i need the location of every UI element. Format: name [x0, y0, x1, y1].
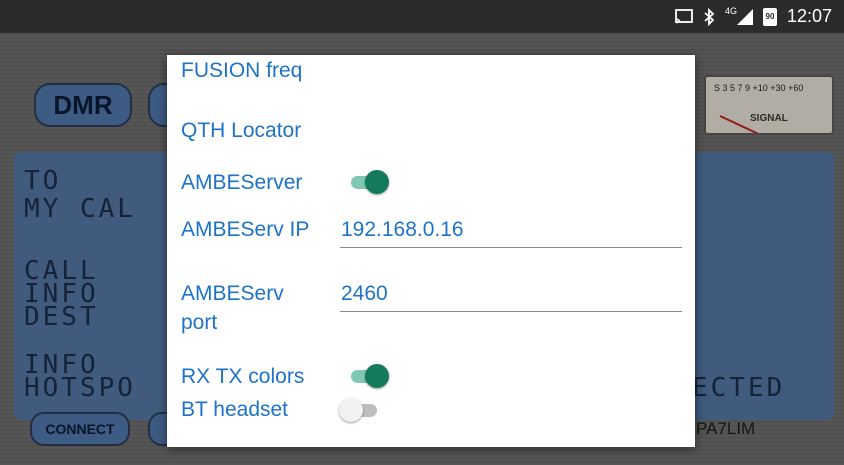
fusion-freq-label[interactable]: FUSION freq [181, 59, 302, 83]
cell-signal-icon: 4G [724, 5, 753, 25]
clock: 12:07 [786, 6, 832, 26]
network-type-label: 4G [724, 5, 737, 16]
switch-thumb [365, 170, 389, 194]
ambeserv-port-field[interactable]: 2460 [341, 282, 388, 306]
cast-icon [675, 8, 693, 25]
rx-tx-colors-label: RX TX colors [181, 365, 305, 388]
settings-dialog: FUSION freq QTH Locator AMBEServer AMBES… [167, 55, 695, 447]
switch-thumb [339, 398, 363, 422]
battery-icon: 90 [762, 7, 777, 26]
ambeserver-switch[interactable] [347, 170, 389, 194]
ambeserver-label: AMBEServer [181, 171, 303, 194]
ambeserv-ip-field[interactable]: 192.168.0.16 [341, 218, 464, 242]
rx-tx-colors-switch[interactable] [347, 364, 389, 388]
bt-headset-switch[interactable] [339, 398, 381, 422]
ambeserv-port-label: AMBEServ [181, 282, 284, 305]
ambeserv-ip-label: AMBEServ IP [181, 218, 310, 241]
ambeserv-port-underline [340, 311, 682, 312]
qth-locator-label[interactable]: QTH Locator [181, 119, 301, 143]
switch-thumb [365, 364, 389, 388]
status-bar: 4G 90 12:07 [0, 0, 844, 33]
ambeserv-ip-underline [340, 247, 682, 248]
bluetooth-icon [703, 7, 715, 26]
bt-headset-label: BT headset [181, 398, 289, 421]
ambeserv-port-label-line2: port [181, 311, 218, 334]
